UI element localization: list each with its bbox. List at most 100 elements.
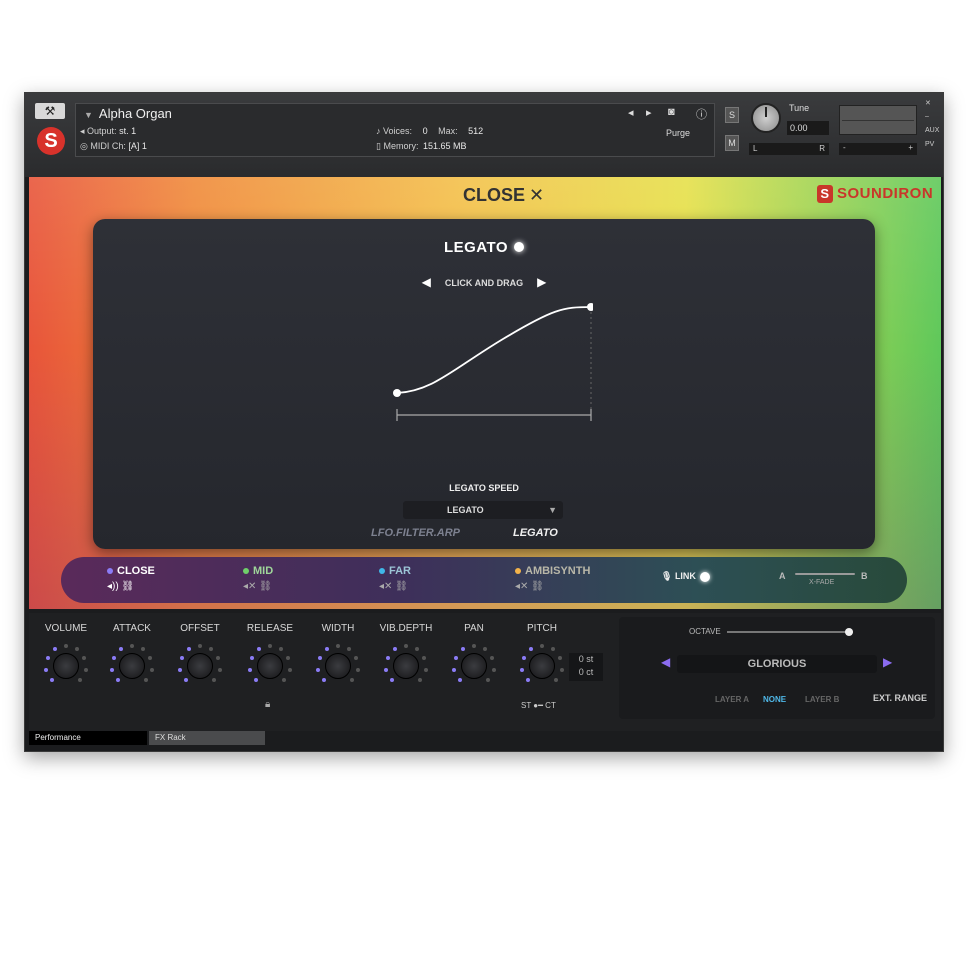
purge-button[interactable]: Purge <box>666 128 690 138</box>
mic-ambisynth-label: AMBISYNTH <box>525 565 591 577</box>
tune-label: Tune <box>789 103 810 113</box>
mic-mid[interactable]: MID <box>243 565 273 577</box>
right-arrow-icon[interactable]: ▶ <box>537 275 546 289</box>
output-row[interactable]: ◂ Output: st. 1 <box>80 126 136 137</box>
octave-slider[interactable] <box>727 628 853 636</box>
pv-button[interactable]: PV <box>925 141 934 148</box>
mute-button[interactable]: M <box>725 135 739 151</box>
close-panel-button[interactable]: CLOSE ✕ <box>459 185 544 206</box>
knob-dot <box>144 678 149 683</box>
max-label: Max: <box>438 126 458 136</box>
knob-dot <box>317 656 322 661</box>
midi-value: [A] 1 <box>128 141 147 151</box>
release-knob[interactable]: RELEASE <box>237 623 303 689</box>
tab-performance[interactable]: Performance <box>29 731 147 745</box>
controls-section: VOLUME ATTACK OFFSET RELEASE 🔒︎ WIDTH VI… <box>29 613 941 731</box>
legato-speed-dropdown[interactable]: LEGATO ▼ <box>403 501 563 519</box>
knob-dot <box>279 647 284 652</box>
knob-dot <box>49 678 54 683</box>
tab-legato[interactable]: LEGATO <box>513 527 558 539</box>
mic-bar: CLOSE ◂)) ⛓ MID ◂✕ ⛓ FAR ◂✕ ⛓ AMBISYNTH … <box>61 557 907 603</box>
volume-slider[interactable]: - + <box>839 143 917 155</box>
midi-row[interactable]: ◎ MIDI Ch: [A] 1 <box>80 141 147 152</box>
soundiron-logo: S <box>37 127 65 155</box>
preset-selector[interactable]: GLORIOUS <box>677 655 877 673</box>
width-knob[interactable]: WIDTH <box>305 623 371 689</box>
close-instrument-icon[interactable]: ✕ <box>925 99 931 107</box>
mute-icon[interactable]: ◂✕ ⛓ <box>515 581 544 592</box>
st-ct-switch[interactable]: ST ●━ CT <box>521 701 556 710</box>
mic-close[interactable]: CLOSE <box>107 565 155 577</box>
speaker-icon[interactable]: ◂)) ⛓ <box>107 581 134 592</box>
knob-dot <box>212 678 217 683</box>
brand-name: SOUNDIRON <box>837 185 934 202</box>
knob-dot <box>149 667 154 672</box>
knob-dot <box>336 644 340 648</box>
knob-dot <box>186 647 191 652</box>
dropdown-icon[interactable]: ▼ <box>84 110 93 120</box>
xfade-a-label: A <box>779 571 786 581</box>
knob-dot <box>286 656 291 661</box>
max-value[interactable]: 512 <box>468 126 483 136</box>
minimize-icon[interactable]: – <box>925 113 929 120</box>
pitch-label: PITCH <box>527 623 557 634</box>
knob-dot <box>321 678 326 683</box>
lock-icon[interactable]: 🔒︎ <box>265 699 270 710</box>
layer-a-button[interactable]: LAYER A <box>715 695 749 704</box>
tab-fx-rack[interactable]: FX Rack <box>149 731 265 745</box>
instrument-name[interactable]: ▼ Alpha Organ <box>84 106 172 121</box>
pan-slider[interactable]: L R <box>749 143 829 155</box>
attack-knob[interactable]: ATTACK <box>99 623 165 689</box>
layer-b-button[interactable]: LAYER B <box>805 695 839 704</box>
tune-knob[interactable] <box>751 103 781 133</box>
link-toggle[interactable]: 🎙 LINK <box>661 571 710 582</box>
brand-logo: S SOUNDIRON <box>817 185 933 203</box>
voices-value: 0 <box>422 126 428 136</box>
tune-value[interactable]: 0.00 <box>787 121 829 135</box>
layer-none-button[interactable]: NONE <box>763 695 786 704</box>
volume-knob[interactable]: VOLUME <box>33 623 99 689</box>
ext-range-button[interactable]: EXT. RANGE <box>873 693 927 703</box>
solo-button[interactable]: S <box>725 107 739 123</box>
xfade-slider[interactable] <box>795 573 855 575</box>
knob-dot <box>75 647 80 652</box>
width-label: WIDTH <box>321 623 355 634</box>
pan-knob[interactable]: PAN <box>441 623 507 689</box>
mute-icon[interactable]: ◂✕ ⛓ <box>379 581 408 592</box>
instrument-header: ⚒ S ▼ Alpha Organ ◂ Output: st. 1 ◎ MIDI … <box>25 93 943 177</box>
knob-dot <box>520 667 525 672</box>
pan-right-label: R <box>819 144 825 153</box>
xfade-b-label: B <box>861 571 868 581</box>
legato-title[interactable]: LEGATO <box>93 239 875 256</box>
next-preset-icon[interactable]: ▶ <box>883 655 892 669</box>
prev-instrument-icon[interactable]: ◂ <box>628 106 634 119</box>
aux-button[interactable]: AUX <box>925 127 939 134</box>
attack-label: ATTACK <box>113 623 151 634</box>
pitch-knob[interactable]: PITCH <box>509 623 575 689</box>
wrench-icon[interactable]: ⚒ <box>35 103 65 119</box>
legato-speed-label: LEGATO SPEED <box>449 483 519 493</box>
knob-dot <box>216 656 221 661</box>
tab-lfo-filter-arp[interactable]: LFO.FILTER.ARP <box>371 527 460 539</box>
info-icon[interactable]: ⓘ <box>696 106 707 122</box>
knob-dot <box>83 667 88 672</box>
volume-minus: - <box>843 143 846 152</box>
close-icon: ✕ <box>529 185 545 205</box>
mic-ambisynth[interactable]: AMBISYNTH <box>515 565 590 577</box>
knob-dot <box>282 678 287 683</box>
knob-dot <box>423 667 428 672</box>
camera-icon[interactable]: ◙ <box>668 106 675 118</box>
legato-toggle-led[interactable] <box>514 242 525 252</box>
knob-dot <box>486 678 491 683</box>
prev-preset-icon[interactable]: ◀ <box>661 655 670 669</box>
mute-icon[interactable]: ◂✕ ⛓ <box>243 581 272 592</box>
knob-dot <box>324 647 329 652</box>
legato-curve[interactable] <box>373 299 593 429</box>
knob-dot <box>528 647 533 652</box>
vib-depth-knob[interactable]: VIB.DEPTH <box>373 623 439 689</box>
memory-label: Memory: <box>383 141 419 151</box>
offset-knob[interactable]: OFFSET <box>167 623 233 689</box>
left-arrow-icon[interactable]: ◀ <box>422 275 431 289</box>
mic-far[interactable]: FAR <box>379 565 411 577</box>
next-instrument-icon[interactable]: ▸ <box>646 106 652 119</box>
